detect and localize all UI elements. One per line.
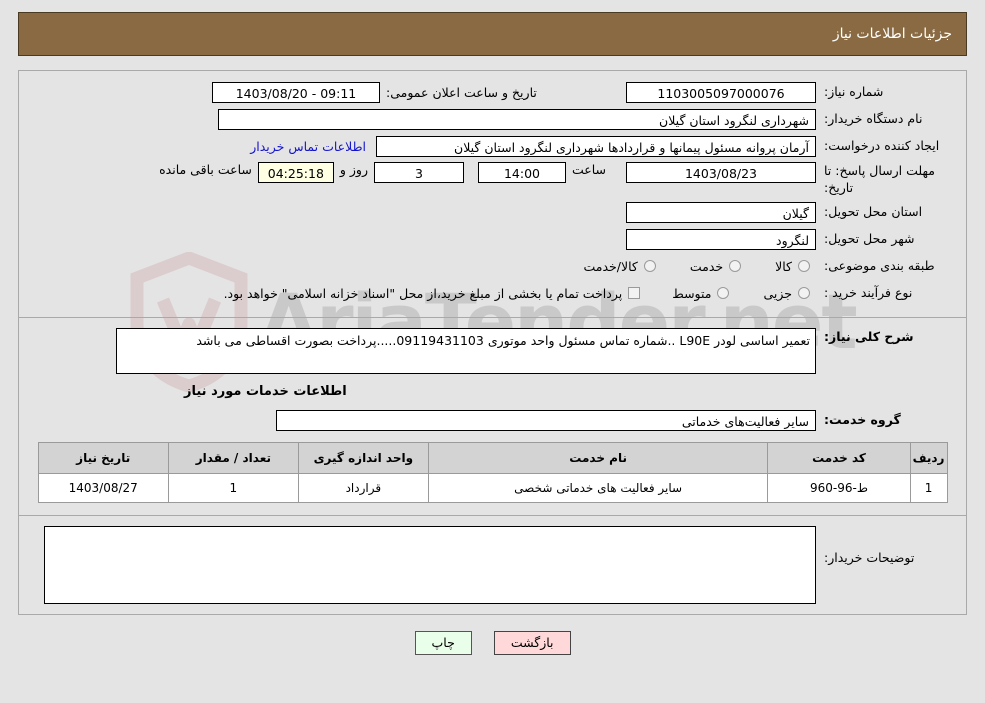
action-button-bar: بازگشت چاپ [18, 630, 967, 655]
cell-row: 1 [909, 472, 948, 503]
deadline-time-field: 14:00 [477, 162, 566, 183]
th-name: نام خدمت [427, 441, 769, 474]
back-button[interactable]: بازگشت [493, 630, 571, 655]
category-radio-2[interactable] [643, 260, 656, 273]
purchase-type-option-label-0: جزیی [763, 285, 792, 301]
buyer-org-label: نام دستگاه خریدار: [824, 111, 923, 127]
hour-label: ساعت [571, 162, 606, 177]
page-title-bar: جزئیات اطلاعات نیاز [18, 12, 967, 56]
th-unit: واحد اندازه گیری [297, 441, 429, 474]
need-number-label: شماره نیاز: [824, 84, 884, 100]
description-field[interactable]: تعمیر اساسی لودر L90E ..شماره تماس مسئول… [116, 327, 816, 374]
services-panel: شرح کلی نیاز: تعمیر اساسی لودر L90E ..شم… [18, 317, 967, 516]
services-table: ردیف کد خدمت نام خدمت واحد اندازه گیری ت… [37, 441, 948, 503]
row-city: شهر محل تحویل: لنگرود [19, 228, 966, 251]
service-group-label: گروه خدمت: [824, 411, 901, 427]
description-label: شرح کلی نیاز: [824, 328, 914, 344]
row-category: طبقه بندی موضوعی: کالا خدمت کالا/خدمت [19, 255, 966, 278]
purchase-type-radio-0[interactable] [798, 287, 810, 300]
row-need-number: شماره نیاز: 1103005097000076 تاریخ و ساع… [19, 81, 966, 104]
cell-unit: قرارداد [297, 472, 429, 503]
purchase-type-radio-1[interactable] [717, 287, 730, 300]
deadline-date-field: 1403/08/23 [626, 162, 816, 183]
row-purchase-type: نوع فرآیند خرید : جزیی متوسط پرداخت تمام… [19, 282, 966, 305]
table-header-row: ردیف کد خدمت نام خدمت واحد اندازه گیری ت… [37, 441, 948, 474]
category-radio-0[interactable] [798, 260, 810, 273]
service-group-field: سایر فعالیت‌های خدماتی [276, 409, 816, 431]
category-label: طبقه بندی موضوعی: [824, 257, 935, 273]
purchase-type-label: نوع فرآیند خرید : [824, 284, 913, 300]
buyer-notes-field[interactable] [44, 525, 816, 604]
row-requester: ایجاد کننده درخواست: آرمان پروانه مسئول … [19, 135, 966, 158]
time-remaining-field: 04:25:18 [257, 162, 334, 183]
page-root: جزئیات اطلاعات نیاز شماره نیاز: 11030050… [0, 12, 985, 655]
announce-datetime-label: تاریخ و ساعت اعلان عمومی: [386, 85, 537, 100]
services-section-title: اطلاعات خدمات مورد نیاز [184, 383, 347, 399]
treasury-checkbox-label: پرداخت تمام یا بخشی از مبلغ خرید،از محل … [223, 285, 623, 301]
buyer-notes-label: توضیحات خریدار: [824, 549, 915, 565]
row-description: شرح کلی نیاز: تعمیر اساسی لودر L90E ..شم… [19, 327, 966, 374]
th-need-date: تاریخ نیاز [37, 441, 169, 474]
buyer-notes-panel: توضیحات خریدار: [18, 515, 967, 615]
category-option-label-0: کالا [775, 258, 792, 274]
cell-quantity: 1 [167, 472, 299, 503]
row-deadline: مهلت ارسال پاسخ: تا تاریخ: 1403/08/23 سا… [19, 162, 966, 197]
deadline-label: مهلت ارسال پاسخ: تا تاریخ: [824, 163, 935, 195]
th-code: کد خدمت [767, 441, 911, 474]
requester-label: ایجاد کننده درخواست: [824, 138, 940, 154]
row-buyer-notes: توضیحات خریدار: [19, 525, 966, 604]
province-field: گیلان [626, 201, 816, 223]
th-quantity: تعداد / مقدار [167, 441, 299, 474]
cell-code: ط-96-960 [767, 472, 911, 503]
cell-name: سایر فعالیت های خدماتی شخصی [427, 472, 769, 503]
print-button[interactable]: چاپ [414, 630, 472, 655]
purchase-type-option-label-1: متوسط [672, 285, 712, 301]
need-info-panel: شماره نیاز: 1103005097000076 تاریخ و ساع… [18, 70, 967, 318]
need-number-field: 1103005097000076 [626, 82, 816, 103]
row-service-group: گروه خدمت: سایر فعالیت‌های خدماتی [19, 409, 966, 432]
th-row: ردیف [909, 441, 948, 474]
cell-need-date: 1403/08/27 [37, 472, 169, 503]
requester-field: آرمان پروانه مسئول پیمانها و قراردادها ش… [376, 136, 816, 157]
row-province: استان محل تحویل: گیلان [19, 201, 966, 224]
city-field: لنگرود [626, 228, 816, 250]
days-label: روز و [339, 162, 368, 177]
category-option-label-2: کالا/خدمت [583, 258, 638, 274]
buyer-contact-link[interactable]: اطلاعات تماس خریدار [250, 139, 366, 154]
city-label: شهر محل تحویل: [824, 230, 915, 246]
announce-datetime-field: 09:11 - 1403/08/20 [212, 82, 380, 103]
treasury-checkbox[interactable] [628, 287, 641, 300]
category-option-label-1: خدمت [689, 258, 724, 274]
table-row: 1 ط-96-960 سایر فعالیت های خدماتی شخصی ق… [37, 472, 948, 503]
row-buyer-org: نام دستگاه خریدار: شهرداری لنگرود استان … [19, 108, 966, 131]
province-label: استان محل تحویل: [824, 203, 923, 219]
page-title: جزئیات اطلاعات نیاز [832, 26, 952, 42]
time-remaining-label: ساعت باقی مانده [159, 162, 252, 177]
category-radio-1[interactable] [729, 260, 742, 273]
buyer-org-field: شهرداری لنگرود استان گیلان [218, 109, 816, 130]
days-remaining-field: 3 [373, 162, 464, 183]
